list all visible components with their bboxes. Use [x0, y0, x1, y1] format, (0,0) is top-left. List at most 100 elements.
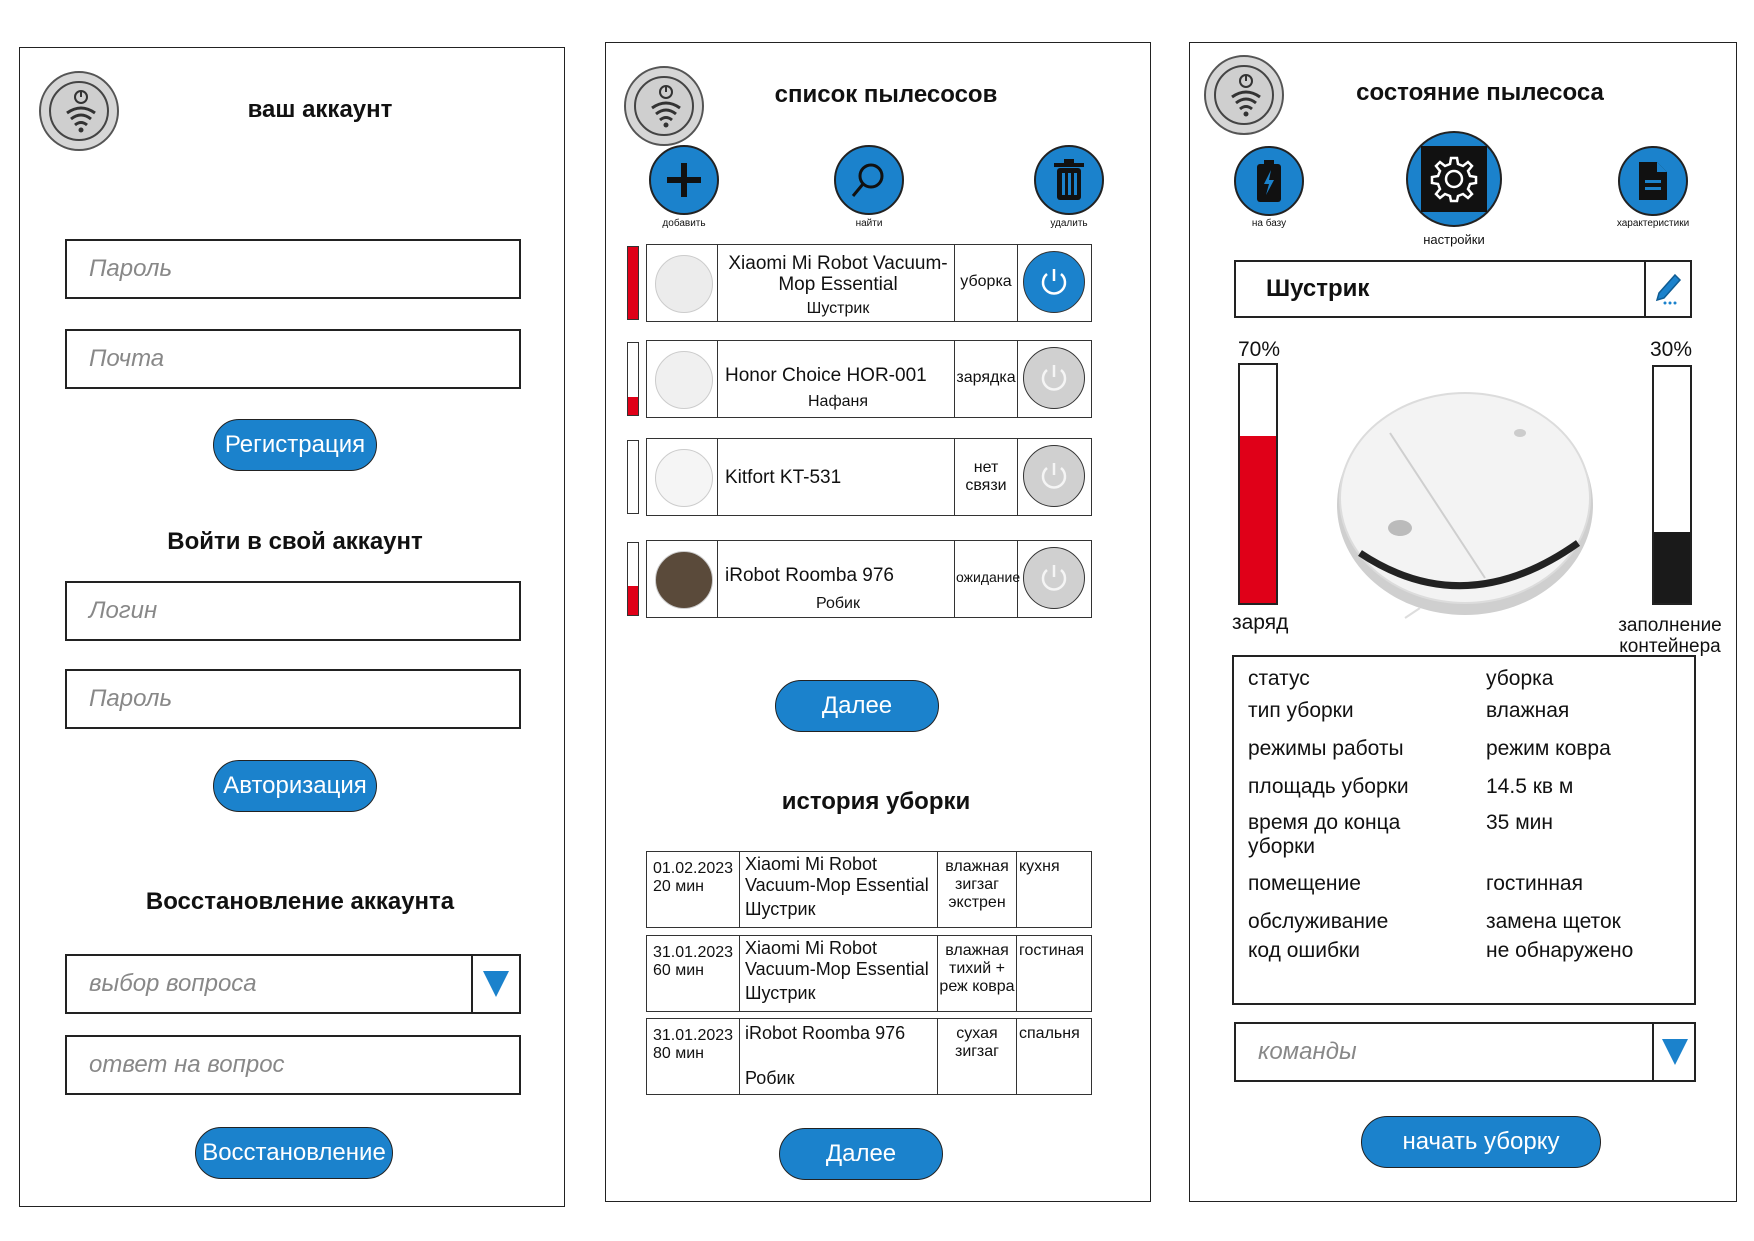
history-date: 01.02.2023 — [653, 860, 734, 877]
trash-icon — [1054, 159, 1084, 200]
info-value: влажная — [1486, 699, 1570, 722]
divider — [954, 439, 955, 515]
charge-level-bar — [627, 246, 639, 320]
divider — [1017, 439, 1018, 515]
charge-level-bar — [627, 342, 639, 416]
vacuum-row[interactable]: Xiaomi Mi Robot Vacuum-Mop Essential Шуст… — [646, 244, 1092, 322]
history-date: 31.01.2023 — [653, 944, 734, 961]
power-button[interactable] — [1023, 347, 1085, 409]
history-duration: 80 мин — [653, 1045, 705, 1062]
vacuum-name: Шустрик — [806, 300, 870, 317]
edit-button[interactable] — [1644, 262, 1690, 316]
info-value: не обнаружено — [1486, 939, 1634, 962]
email-field[interactable]: Почта — [65, 329, 521, 389]
container-percent: 30% — [1650, 338, 1693, 361]
history-row[interactable]: 31.01.2023 80 мин iRobot Roomba 976 Робик су… — [646, 1018, 1092, 1095]
chevron-down-icon[interactable] — [471, 956, 518, 1012]
vacuum-thumbnail — [655, 351, 713, 409]
vacuum-status: нет связи — [965, 459, 1007, 494]
info-value: уборка — [1486, 667, 1554, 690]
power-button[interactable] — [1023, 445, 1085, 507]
vacuum-model: iRobot Roomba 976 — [725, 565, 894, 586]
specs-button[interactable] — [1618, 146, 1688, 216]
auth-button[interactable]: Авторизация — [213, 760, 377, 812]
password-field[interactable]: Пароль — [65, 239, 521, 299]
register-button[interactable]: Регистрация — [213, 419, 377, 471]
specs-label: характеристики — [1616, 218, 1690, 229]
add-label: добавить — [662, 218, 706, 229]
history-vacuum-name: Шустрик — [745, 899, 816, 919]
info-value: 35 мин — [1486, 811, 1553, 834]
recovery-heading: Восстановление аккаунта — [145, 888, 455, 915]
divider — [739, 936, 740, 1011]
search-button[interactable] — [834, 145, 904, 215]
delete-button[interactable] — [1034, 145, 1104, 215]
info-value: гостинная — [1486, 872, 1583, 895]
history-duration: 20 мин — [653, 878, 705, 895]
commands-select[interactable]: команды — [1234, 1022, 1696, 1082]
history-next-button[interactable]: Далее — [779, 1128, 943, 1180]
info-label: время до конца уборки — [1248, 811, 1401, 858]
vacuum-row[interactable]: Honor Choice HOR-001 Нафаня зарядка — [646, 340, 1092, 418]
power-icon — [1041, 565, 1067, 591]
vacuum-model: Xiaomi Mi Robot Vacuum-Mop Essential — [728, 253, 948, 295]
vacuum-list-panel: список пылесосов добавить найти удалить … — [605, 42, 1151, 1202]
page-title: список пылесосов — [774, 81, 998, 108]
info-value: замена щеток — [1486, 910, 1621, 933]
charge-level-fill — [628, 586, 638, 615]
divider — [739, 1019, 740, 1094]
power-button[interactable] — [1023, 251, 1085, 313]
history-mode: сухая зигзаг — [955, 1025, 999, 1060]
divider — [717, 439, 718, 515]
charge-level-fill — [628, 247, 638, 319]
divider — [717, 541, 718, 617]
vacuum-status: зарядка — [956, 369, 1016, 386]
vacuum-status-panel: состояние пылесоса на базу настройки хар… — [1189, 42, 1737, 1202]
vacuum-name: Шустрик — [1266, 275, 1370, 302]
add-button[interactable] — [649, 145, 719, 215]
vacuum-name: Робик — [816, 595, 860, 612]
settings-label: настройки — [1423, 232, 1485, 247]
history-duration: 60 мин — [653, 962, 705, 979]
divider — [1017, 245, 1018, 321]
container-gauge — [1652, 365, 1692, 605]
page-title: ваш аккаунт — [247, 96, 393, 123]
base-button[interactable] — [1234, 146, 1304, 216]
next-button[interactable]: Далее — [775, 680, 939, 732]
history-model: Xiaomi Mi Robot Vacuum-Mop Essential — [745, 854, 929, 895]
settings-button[interactable] — [1406, 131, 1502, 227]
info-label: обслуживание — [1248, 910, 1389, 933]
recovery-button[interactable]: Восстановление — [195, 1127, 393, 1179]
app-logo-icon — [624, 66, 704, 146]
chevron-down-icon[interactable] — [1652, 1024, 1695, 1080]
document-icon — [1639, 162, 1667, 200]
vacuum-name-field[interactable]: Шустрик — [1234, 260, 1692, 318]
history-row[interactable]: 31.01.2023 60 мин Xiaomi Mi Robot Vacuum-M… — [646, 935, 1092, 1012]
divider — [954, 341, 955, 417]
start-cleaning-button[interactable]: начать уборку — [1361, 1116, 1601, 1168]
vacuum-row[interactable]: Kitfort KT-531 нет связи — [646, 438, 1092, 516]
history-room: гостиная — [1019, 942, 1085, 959]
login-field[interactable]: Логин — [65, 581, 521, 641]
charge-gauge — [1238, 363, 1278, 605]
charge-level-bar — [627, 542, 639, 616]
vacuum-image — [1337, 392, 1593, 619]
login-password-field[interactable]: Пароль — [65, 669, 521, 729]
vacuum-model: Honor Choice HOR-001 — [725, 365, 927, 386]
history-row[interactable]: 01.02.2023 20 мин Xiaomi Mi Robot Vacuum-M… — [646, 851, 1092, 928]
divider — [1016, 1019, 1017, 1094]
login-heading: Войти в свой аккаунт — [167, 528, 423, 555]
divider — [1017, 341, 1018, 417]
delete-label: удалить — [1050, 218, 1088, 229]
power-button[interactable] — [1023, 547, 1085, 609]
base-label: на базу — [1251, 218, 1287, 229]
search-label: найти — [855, 218, 883, 229]
container-gauge-fill — [1654, 532, 1690, 603]
info-label: помещение — [1248, 872, 1361, 895]
vacuum-row[interactable]: iRobot Roomba 976 Робик ожидание — [646, 540, 1092, 618]
history-mode: влажная тихий + реж ковра — [939, 942, 1015, 995]
question-select[interactable]: выбор вопроса — [65, 954, 521, 1014]
history-model: Xiaomi Mi Robot Vacuum-Mop Essential — [745, 938, 929, 979]
answer-field[interactable]: ответ на вопрос — [65, 1035, 521, 1095]
divider — [739, 852, 740, 927]
